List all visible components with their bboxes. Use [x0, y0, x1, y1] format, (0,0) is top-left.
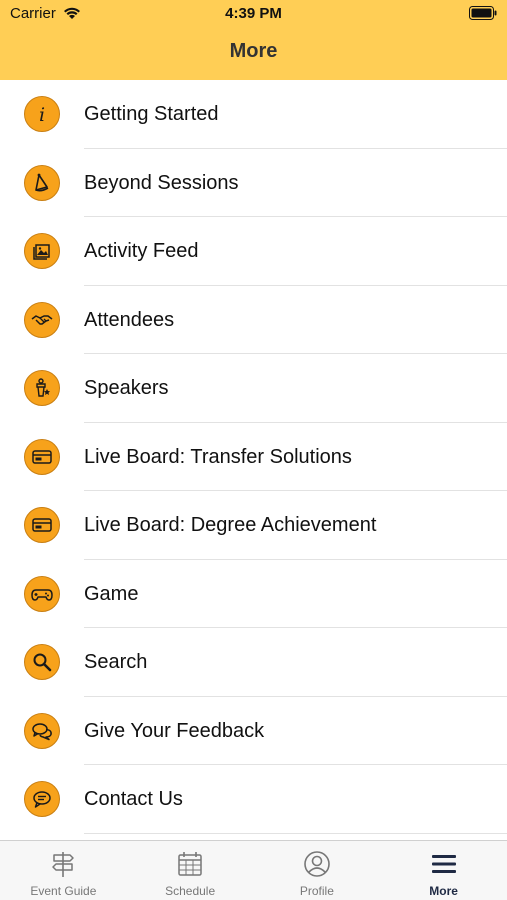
tab-profile[interactable]: Profile: [254, 841, 381, 900]
gamepad-icon: [24, 575, 60, 612]
menu-item-getting-started[interactable]: i Getting Started: [0, 80, 507, 149]
menu-item-beyond-sessions[interactable]: Beyond Sessions: [0, 149, 507, 217]
menu-item-contact-us[interactable]: Contact Us: [0, 765, 507, 834]
calendar-icon: [178, 852, 202, 876]
menu-item-attendees[interactable]: Attendees: [0, 286, 507, 354]
header: Carrier 4:39 PM More: [0, 0, 507, 80]
menu-item-label: Game: [84, 582, 139, 605]
more-menu-list: i Getting Started Beyond Sessions Activi…: [0, 80, 507, 840]
menu-item-label: Speakers: [84, 377, 169, 399]
menu-item-live-board-degree-achievement[interactable]: Live Board: Degree Achievement: [0, 491, 507, 560]
speaker-podium-icon: [24, 370, 60, 406]
menu-item-label: Search: [84, 651, 148, 673]
svg-text:i: i: [39, 104, 45, 125]
tab-label: More: [429, 884, 458, 898]
menu-item-label: Beyond Sessions: [84, 171, 239, 194]
menu-item-speakers[interactable]: Speakers: [0, 354, 507, 423]
party-hat-icon: [24, 164, 60, 201]
divider: [84, 832, 507, 834]
photo-gallery-icon: [24, 233, 60, 269]
menu-item-label: Attendees: [84, 308, 175, 331]
menu-item-label: Activity Feed: [84, 240, 199, 262]
search-icon: [24, 644, 60, 680]
tab-bar: Event Guide Schedule Profile More: [0, 840, 507, 900]
menu-item-game[interactable]: Game: [0, 560, 507, 628]
tab-schedule[interactable]: Schedule: [127, 841, 254, 900]
speech-bubble-icon: [24, 781, 60, 817]
tab-label: Schedule: [165, 884, 216, 898]
clock: 4:39 PM: [225, 5, 282, 22]
tab-label: Event Guide: [30, 884, 97, 898]
tab-more[interactable]: More: [380, 841, 507, 900]
battery-icon: [469, 6, 497, 20]
menu-item-label: Live Board: Transfer Solutions: [84, 445, 352, 468]
menu-item-label: Live Board: Degree Achievement: [84, 514, 377, 536]
tab-label: Profile: [299, 884, 334, 898]
handshake-icon: [24, 301, 60, 338]
menu-item-label: Give Your Feedback: [84, 719, 265, 742]
info-icon: i: [24, 96, 60, 132]
signpost-icon: [52, 852, 75, 877]
menu-item-live-board-transfer-solutions[interactable]: Live Board: Transfer Solutions: [0, 423, 507, 491]
hamburger-menu-icon: [431, 855, 456, 873]
chat-bubbles-icon: [24, 712, 60, 749]
menu-item-search[interactable]: Search: [0, 628, 507, 697]
status-bar: Carrier 4:39 PM: [0, 0, 507, 28]
page-title: More: [229, 40, 278, 62]
profile-icon: [304, 851, 330, 877]
menu-item-label: Contact Us: [84, 788, 183, 810]
menu-item-activity-feed[interactable]: Activity Feed: [0, 217, 507, 286]
tab-event-guide[interactable]: Event Guide: [0, 841, 127, 900]
menu-item-label: Getting Started: [84, 103, 219, 125]
board-icon: [24, 438, 60, 475]
board-icon: [24, 507, 60, 543]
menu-item-give-your-feedback[interactable]: Give Your Feedback: [0, 697, 507, 765]
